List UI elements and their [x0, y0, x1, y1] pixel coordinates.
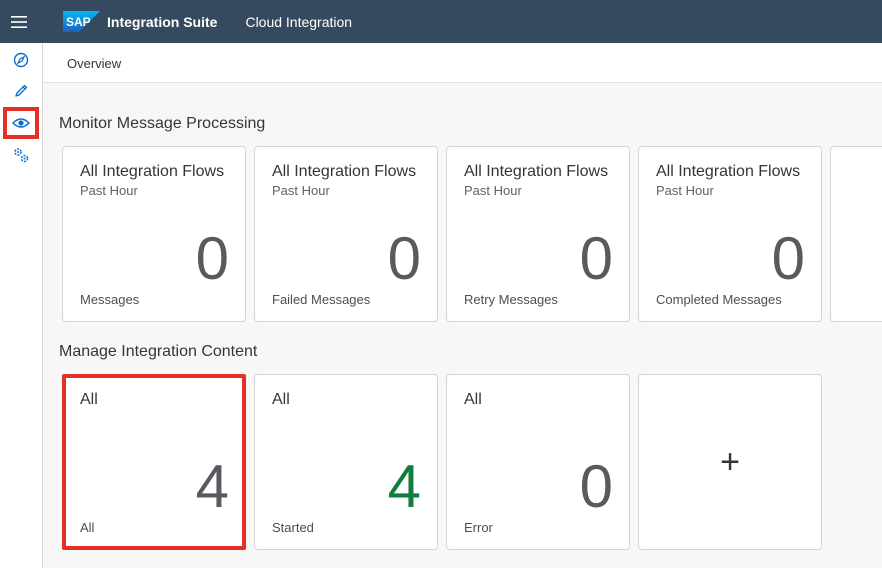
plus-icon: +: [720, 443, 740, 481]
settings-icon: [14, 148, 29, 163]
tile-footer: Retry Messages: [464, 292, 558, 307]
nav-item-discover[interactable]: [3, 46, 39, 74]
tile-title: All: [80, 391, 98, 408]
shell-bar: SAP Integration Suite Cloud Integration: [0, 0, 882, 43]
tile-title: All Integration Flows: [656, 163, 801, 180]
tile-failed-messages[interactable]: All Integration Flows Past Hour 0 Failed…: [254, 146, 438, 322]
app-title: Integration Suite: [107, 13, 218, 30]
app-subtitle: Cloud Integration: [245, 13, 353, 30]
tile-subtitle: Past Hour: [656, 183, 714, 198]
tile-title: All: [272, 391, 290, 408]
tile-value: 0: [195, 225, 229, 292]
tile-footer: Error: [464, 520, 493, 535]
hamburger-icon: [11, 15, 27, 28]
tile-all-artifacts[interactable]: All 4 All: [62, 374, 246, 550]
tile-value: 4: [195, 453, 229, 520]
tile-value: 4: [387, 453, 421, 520]
eye-icon: [12, 118, 30, 128]
sap-logo[interactable]: SAP: [63, 11, 100, 32]
tile-started-artifacts[interactable]: All 4 Started: [254, 374, 438, 550]
side-navigation: [0, 43, 43, 568]
tile-subtitle: Past Hour: [80, 183, 138, 198]
breadcrumb-bar: Overview: [43, 43, 882, 83]
tile-completed-messages[interactable]: All Integration Flows Past Hour 0 Comple…: [638, 146, 822, 322]
tile-footer: Messages: [80, 292, 140, 307]
tile-title: All Integration Flows: [272, 163, 417, 180]
tile-footer: Started: [272, 520, 314, 535]
tile-error-artifacts[interactable]: All 0 Error: [446, 374, 630, 550]
nav-item-design[interactable]: [3, 77, 39, 105]
tile-value: 0: [579, 225, 613, 292]
pencil-icon: [15, 84, 28, 97]
tile-footer: Failed Messages: [272, 292, 371, 307]
tile-value: 0: [579, 453, 613, 520]
tile-title: All: [464, 391, 482, 408]
tile-title: All Integration Flows: [80, 163, 225, 180]
nav-item-monitor[interactable]: [3, 107, 39, 139]
tile-subtitle: Past Hour: [272, 183, 330, 198]
tile-footer: Completed Messages: [656, 292, 782, 307]
nav-item-settings[interactable]: [3, 141, 39, 169]
add-tile-button[interactable]: +: [638, 374, 822, 550]
tile-value: 0: [387, 225, 421, 292]
tile-retry-messages[interactable]: All Integration Flows Past Hour 0 Retry …: [446, 146, 630, 322]
discover-icon: [13, 52, 29, 68]
breadcrumb[interactable]: Overview: [67, 56, 121, 71]
tile-messages[interactable]: All Integration Flows Past Hour 0 Messag…: [62, 146, 246, 322]
hamburger-menu-button[interactable]: [0, 0, 38, 43]
tile-title: All Integration Flows: [464, 163, 609, 180]
svg-text:SAP: SAP: [66, 15, 91, 29]
tile-subtitle: Past Hour: [464, 183, 522, 198]
monitor-section-title: Monitor Message Processing: [59, 115, 266, 132]
tile-value: 0: [771, 225, 805, 292]
manage-section-title: Manage Integration Content: [59, 343, 258, 360]
tile-footer: All: [80, 520, 95, 535]
tile-partial-offscreen[interactable]: [830, 146, 882, 322]
